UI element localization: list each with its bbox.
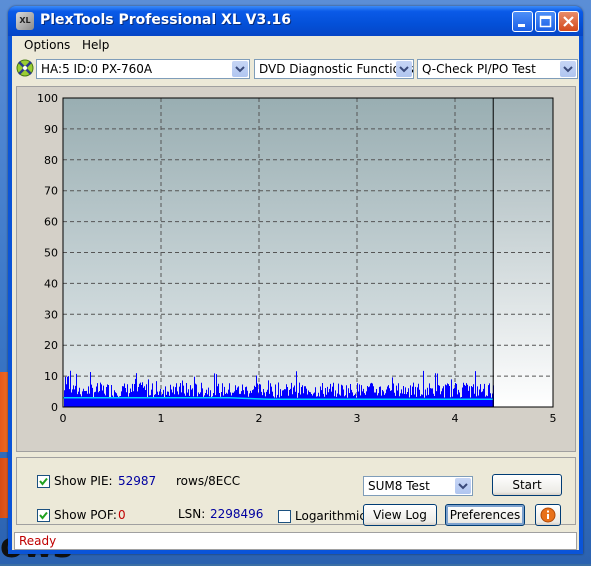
y-tick-label: 0 — [51, 401, 58, 414]
y-tick-label: 50 — [44, 247, 58, 260]
drive-select-value: HA:5 ID:0 PX-760A — [41, 62, 153, 76]
minimize-icon — [518, 24, 525, 27]
window-title: PlexTools Professional XL V3.16 — [40, 12, 292, 28]
chevron-down-icon — [396, 61, 412, 77]
y-tick-label: 30 — [44, 308, 58, 321]
show-pof-label: Show POF: — [54, 508, 117, 522]
plot-background-unscanned — [493, 98, 553, 407]
logarithmic-label: Logarithmic — [295, 509, 366, 523]
app-logo-icon[interactable]: XL — [16, 12, 34, 30]
y-tick-label: 100 — [37, 92, 58, 105]
checkmark-icon — [39, 511, 48, 520]
lsn-value: 2298496 — [210, 507, 264, 521]
view-log-button[interactable]: View Log — [363, 504, 437, 526]
menu-help[interactable]: Help — [78, 38, 113, 52]
status-text: Ready — [19, 534, 57, 548]
info-icon — [540, 507, 556, 523]
chart-panel: 0 10 20 30 40 50 60 70 80 90 100 0 1 2 3 4 5 — [16, 86, 576, 452]
pof-value: 0 — [118, 508, 126, 522]
maximize-icon — [539, 15, 552, 28]
disc-drive-icon — [16, 59, 34, 77]
show-pie-checkbox[interactable] — [37, 475, 50, 488]
show-pof-checkbox[interactable] — [37, 509, 50, 522]
pie-value: 52987 — [118, 474, 157, 488]
lsn-label: LSN: — [178, 507, 206, 521]
chevron-down-icon — [560, 61, 576, 77]
menu-options[interactable]: Options — [20, 38, 74, 52]
y-tick-label: 70 — [44, 185, 58, 198]
y-tick-label: 20 — [44, 339, 58, 352]
minimize-button[interactable] — [512, 11, 533, 32]
info-button[interactable] — [535, 504, 561, 526]
drive-select[interactable]: HA:5 ID:0 PX-760A — [36, 59, 250, 79]
y-tick-label: 80 — [44, 154, 58, 167]
chevron-down-icon — [232, 61, 248, 77]
controls-panel: Show PIE: 52987 rows/8ECC Show POF: 0 LS… — [16, 457, 576, 526]
pi-po-chart: 0 10 20 30 40 50 60 70 80 90 100 0 1 2 3 4 5 — [37, 92, 557, 425]
y-tick-label: 10 — [44, 370, 58, 383]
start-button[interactable]: Start — [492, 474, 562, 496]
x-tick-label: 1 — [158, 412, 165, 425]
sum8-test-select[interactable]: SUM8 Test — [363, 476, 473, 496]
x-tick-label: 4 — [452, 412, 459, 425]
maximize-button[interactable] — [535, 11, 556, 32]
test-select-value: Q-Check PI/PO Test — [422, 62, 536, 76]
chevron-down-icon — [455, 478, 471, 494]
plextools-window: XL PlexTools Professional XL V3.16 Optio… — [8, 6, 583, 554]
x-tick-label: 0 — [60, 412, 67, 425]
x-tick-label: 2 — [256, 412, 263, 425]
function-select[interactable]: DVD Diagnostic Functions — [254, 59, 414, 79]
pie-unit: rows/8ECC — [176, 474, 241, 488]
y-tick-label: 60 — [44, 216, 58, 229]
menu-bar: Options Help — [12, 36, 579, 56]
status-bar: Ready — [14, 532, 577, 550]
client-area: Options Help HA:5 ID:0 PX-760A DVD Diagn… — [12, 36, 579, 550]
y-tick-label: 90 — [44, 123, 58, 136]
close-button[interactable] — [558, 11, 579, 32]
y-tick-label: 40 — [44, 277, 58, 290]
test-select[interactable]: Q-Check PI/PO Test — [417, 59, 578, 79]
show-pie-label: Show PIE: — [54, 474, 113, 488]
preferences-button[interactable]: Preferences — [445, 504, 525, 526]
logarithmic-checkbox[interactable] — [278, 510, 291, 523]
title-bar[interactable]: XL PlexTools Professional XL V3.16 — [8, 6, 583, 36]
close-icon — [563, 16, 574, 27]
x-tick-label: 3 — [354, 412, 361, 425]
sum8-test-select-value: SUM8 Test — [368, 479, 430, 493]
x-tick-label: 5 — [550, 412, 557, 425]
checkmark-icon — [39, 477, 48, 486]
function-select-value: DVD Diagnostic Functions — [259, 62, 414, 76]
